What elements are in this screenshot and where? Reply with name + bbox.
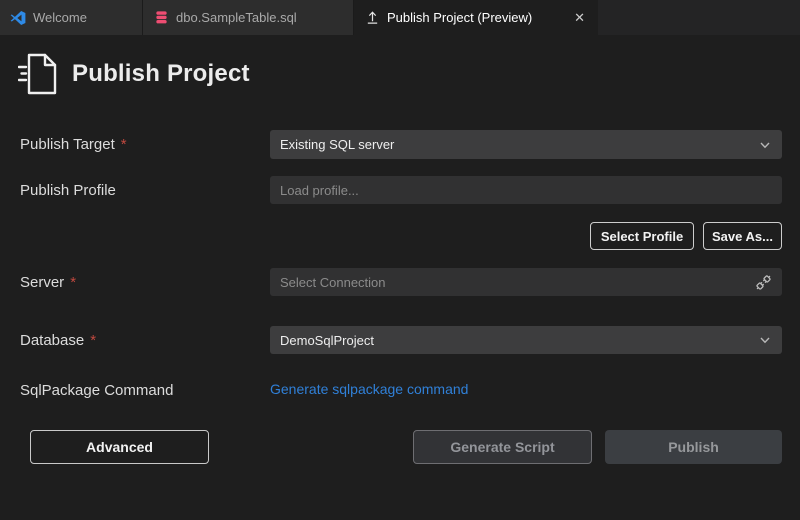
chevron-down-icon	[758, 333, 772, 347]
publish-profile-input[interactable]	[280, 176, 772, 204]
database-icon	[153, 10, 169, 26]
close-icon[interactable]: ✕	[571, 8, 588, 28]
publish-target-value: Existing SQL server	[280, 137, 394, 152]
page-title: Publish Project	[72, 60, 250, 88]
connect-plug-icon[interactable]	[755, 274, 772, 291]
tab-welcome[interactable]: Welcome	[0, 0, 143, 35]
upload-icon	[364, 10, 380, 26]
publish-target-dropdown[interactable]: Existing SQL server	[270, 130, 782, 159]
tab-label: Welcome	[33, 10, 87, 25]
publish-profile-field	[270, 176, 782, 204]
chevron-down-icon	[758, 138, 772, 152]
publish-profile-label: Publish Profile	[20, 176, 116, 204]
server-placeholder: Select Connection	[280, 275, 386, 290]
save-as-button[interactable]: Save As...	[703, 222, 782, 250]
database-value: DemoSqlProject	[280, 333, 374, 348]
tab-publish-project[interactable]: Publish Project (Preview) ✕	[354, 0, 598, 35]
publish-document-icon	[18, 52, 58, 96]
ads-logo-icon	[10, 10, 26, 26]
generate-sqlpackage-link[interactable]: Generate sqlpackage command	[270, 381, 468, 397]
sqlpackage-label: SqlPackage Command	[20, 380, 173, 400]
server-label: Server*	[20, 268, 76, 296]
publish-button[interactable]: Publish	[605, 430, 782, 464]
database-label: Database*	[20, 326, 96, 354]
tab-label: Publish Project (Preview)	[387, 10, 532, 25]
publish-target-label: Publish Target*	[20, 130, 127, 159]
generate-script-button[interactable]: Generate Script	[413, 430, 592, 464]
select-profile-button[interactable]: Select Profile	[590, 222, 694, 250]
advanced-button[interactable]: Advanced	[30, 430, 209, 464]
database-dropdown[interactable]: DemoSqlProject	[270, 326, 782, 354]
tab-label: dbo.SampleTable.sql	[176, 10, 297, 25]
required-asterisk: *	[121, 136, 127, 153]
tab-dbo-sampletable[interactable]: dbo.SampleTable.sql	[143, 0, 354, 35]
server-connection-field[interactable]: Select Connection	[270, 268, 782, 296]
required-asterisk: *	[90, 332, 96, 349]
editor-tab-bar: Welcome dbo.SampleTable.sql Publish Proj…	[0, 0, 800, 35]
required-asterisk: *	[70, 274, 76, 291]
